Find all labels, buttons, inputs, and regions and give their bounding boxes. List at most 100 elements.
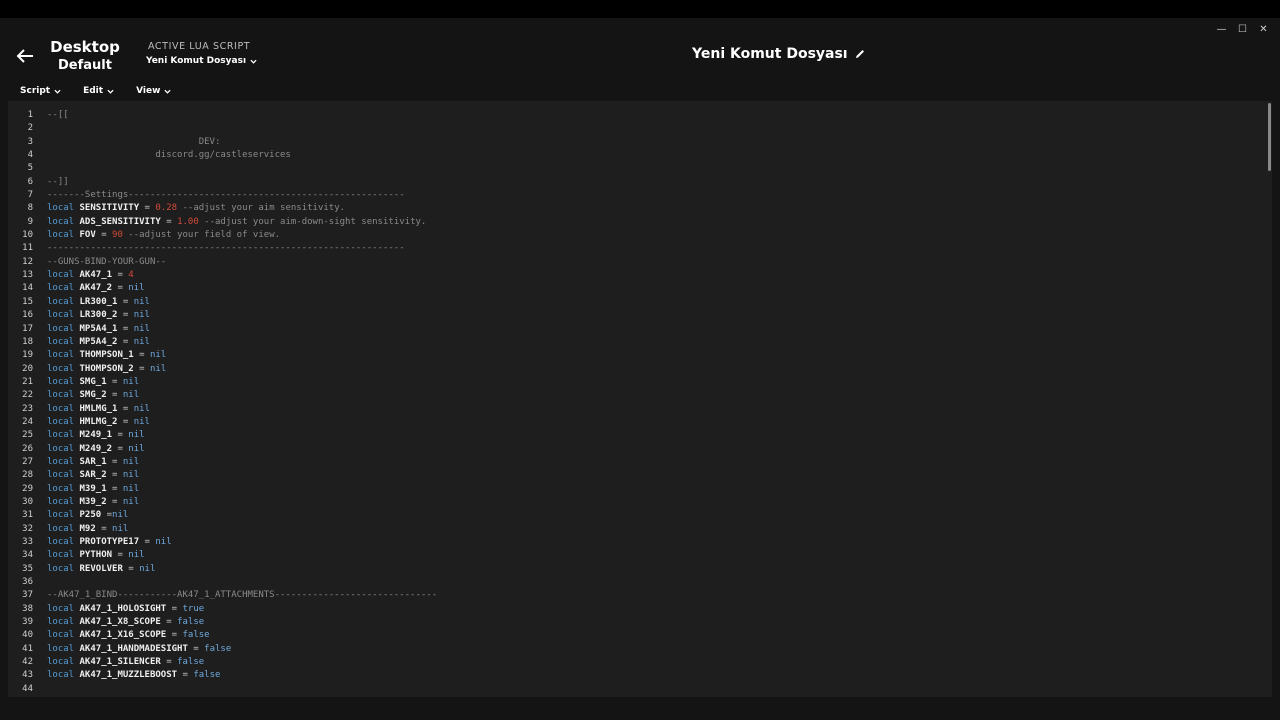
code-line[interactable]: 37 --AK47_1_BIND-----------AK47_1_ATTACHM… [8,589,1258,602]
line-content: ----------------------------------------… [33,242,405,255]
code-line[interactable]: 32 local M92 = nil [8,523,1258,536]
code-line[interactable]: 35 local REVOLVER = nil [8,563,1258,576]
line-number: 7 [27,190,33,201]
keyword-token: local [47,416,80,427]
profile-selector[interactable]: Desktop Default [44,38,126,76]
value-token: nil [128,283,145,294]
code-line[interactable]: 31 local P250 =nil [8,509,1258,522]
code-line[interactable]: 39 local AK47_1_X8_SCOPE = false [8,616,1258,629]
close-button[interactable]: ✕ [1253,22,1274,36]
variable-token: AK47_1_SILENCER [79,657,161,668]
variable-token: M249_1 [79,430,113,441]
line-content: local FOV = 90 --adjust your field of vi… [33,229,280,242]
value-token: nil [112,510,129,521]
code-line[interactable]: 29 local M39_1 = nil [8,483,1258,496]
number-token: 0.28 [155,203,178,214]
line-number: 37 [22,590,33,601]
active-script-dropdown[interactable]: Yeni Komut Dosyası [146,56,257,66]
code-line[interactable]: 25 local M249_1 = nil [8,429,1258,442]
menu-edit-label: Edit [83,86,104,96]
minimize-icon: — [1216,23,1227,35]
code-line[interactable]: 11 --------------------------------------… [8,242,1258,255]
code-line[interactable]: 18 local MP5A4_2 = nil [8,336,1258,349]
line-number: 17 [22,323,33,334]
pencil-icon[interactable] [854,48,866,60]
keyword-token: local [47,537,80,547]
code-line[interactable]: 20 local THOMPSON_2 = nil [8,363,1258,376]
code-line[interactable]: 34 local PYTHON = nil [8,549,1258,562]
maximize-button[interactable]: ☐ [1232,22,1253,36]
line-number: 25 [22,430,33,441]
value-token: nil [112,523,129,534]
line-content: local MP5A4_1 = nil [33,323,150,336]
comment-token: --AK47_1_BIND-----------AK47_1_ATTACHMEN… [47,590,438,601]
menu-edit[interactable]: Edit [83,86,114,96]
code-line[interactable]: 21 local SMG_1 = nil [8,376,1258,389]
code-line[interactable]: 15 local LR300_1 = nil [8,296,1258,309]
value-token: nil [133,296,150,307]
value-token: nil [149,350,167,361]
line-content: local SAR_1 = nil [33,456,139,469]
operator-token: = [160,216,178,227]
line-number: 5 [27,163,33,174]
code-line[interactable]: 30 local M39_2 = nil [8,496,1258,509]
code-line[interactable]: 6 --]] [8,176,1258,189]
code-line[interactable]: 33 local PROTOTYPE17 = nil [8,536,1258,549]
keyword-token: local [47,350,80,361]
variable-token: SMG_2 [79,390,107,401]
active-script-value: Yeni Komut Dosyası [146,56,247,66]
code-line[interactable]: 26 local M249_2 = nil [8,443,1258,456]
variable-token: MP5A4_1 [79,323,118,334]
back-button[interactable] [16,48,36,66]
code-line[interactable]: 10 local FOV = 90 --adjust your field of … [8,229,1258,242]
line-content: --GUNS-BIND-YOUR-GUN-- [33,256,166,269]
line-content: local AK47_1_HOLOSIGHT = true [33,603,204,616]
code-line[interactable]: 23 local HMLMG_1 = nil [8,403,1258,416]
code-line[interactable]: 42 local AK47_1_SILENCER = false [8,656,1258,669]
line-number: 20 [22,363,33,374]
profile-name: Default [58,58,112,73]
code-line[interactable]: 40 local AK47_1_X16_SCOPE = false [8,629,1258,642]
line-content: discord.gg/castleservices [33,149,290,162]
line-number: 10 [22,230,33,241]
code-line[interactable]: 8 local SENSITIVITY = 0.28 --adjust your … [8,202,1258,215]
code-line[interactable]: 24 local HMLMG_2 = nil [8,416,1258,429]
code-line[interactable]: 7 -------Settings------------------------… [8,189,1258,202]
menu-script[interactable]: Script [20,86,61,96]
code-line[interactable]: 19 local THOMPSON_1 = nil [8,349,1258,362]
code-line[interactable]: 17 local MP5A4_1 = nil [8,323,1258,336]
code-line[interactable]: 28 local SAR_2 = nil [8,469,1258,482]
code-line[interactable]: 41 local AK47_1_HANDMADESIGHT = false [8,643,1258,656]
line-content: local AK47_1 = 4 [33,269,134,282]
line-content: local THOMPSON_1 = nil [33,349,166,362]
value-token: nil [133,416,150,427]
document-title-text: Yeni Komut Dosyası [692,46,848,62]
code-line[interactable]: 14 local AK47_2 = nil [8,282,1258,295]
code-line[interactable]: 5 [8,162,1258,175]
vertical-scrollbar[interactable] [1266,101,1272,697]
code-line[interactable]: 16 local LR300_2 = nil [8,309,1258,322]
code-line[interactable]: 36 [8,576,1258,589]
code-line[interactable]: 38 local AK47_1_HOLOSIGHT = true [8,603,1258,616]
code-line[interactable]: 43 local AK47_1_MUZZLEBOOST = false [8,669,1258,682]
variable-token: SENSITIVITY [79,203,140,214]
variable-token: AK47_2 [79,283,113,294]
code-editor[interactable]: 1 --[[2 3 DEV: 4 discord.gg/castleservices 5… [8,101,1272,697]
code-line[interactable]: 4 discord.gg/castleservices [8,149,1258,162]
line-content: local LR300_1 = nil [33,296,150,309]
code-line[interactable]: 2 [8,122,1258,135]
code-line[interactable]: 9 local ADS_SENSITIVITY = 1.00 --adjust y… [8,216,1258,229]
code-line[interactable]: 44 [8,683,1258,696]
menu-view[interactable]: View [136,86,171,96]
code-line[interactable]: 13 local AK47_1 = 4 [8,269,1258,282]
variable-token: M39_1 [79,483,107,494]
code-line[interactable]: 12 --GUNS-BIND-YOUR-GUN-- [8,256,1258,269]
code-line[interactable]: 1 --[[ [8,109,1258,122]
code-line[interactable]: 22 local SMG_2 = nil [8,389,1258,402]
code-line[interactable]: 27 local SAR_1 = nil [8,456,1258,469]
code-line[interactable]: 3 DEV: [8,136,1258,149]
scrollbar-thumb[interactable] [1268,103,1271,171]
minimize-button[interactable]: — [1211,22,1232,36]
operator-token: = [117,323,134,334]
line-number: 21 [22,376,33,387]
